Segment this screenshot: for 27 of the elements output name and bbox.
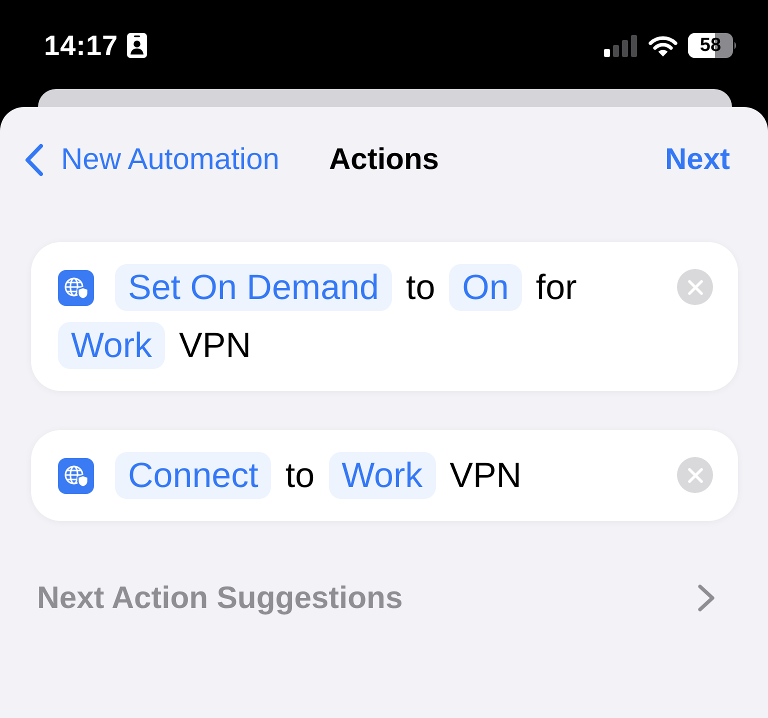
nav-title: Actions (328, 143, 439, 177)
chevron-left-icon (24, 143, 44, 177)
status-time: 14:17 (44, 30, 118, 62)
signal-icon (604, 34, 638, 56)
parameter-token[interactable]: On (449, 264, 522, 311)
close-icon (688, 280, 702, 294)
action-text: to (285, 455, 315, 497)
parameter-token[interactable]: Work (328, 452, 436, 499)
wifi-icon (648, 34, 678, 56)
remove-action-button[interactable] (677, 269, 713, 305)
action-text: VPN (450, 455, 522, 497)
chevron-right-icon (697, 584, 716, 612)
parameter-token[interactable]: Set On Demand (115, 264, 392, 311)
action-text: for (536, 267, 577, 309)
parameter-token[interactable]: Work (58, 322, 166, 369)
action-text: VPN (179, 325, 251, 367)
next-button[interactable]: Next (664, 143, 768, 177)
remove-action-button[interactable] (677, 457, 713, 493)
battery-indicator: 58 (688, 33, 737, 58)
globe-shield-icon (58, 270, 94, 306)
next-action-suggestions-button[interactable]: Next Action Suggestions (0, 573, 768, 623)
back-button[interactable]: New Automation (0, 143, 280, 177)
globe-shield-icon (58, 458, 94, 494)
close-icon (688, 468, 702, 482)
action-text: to (406, 267, 436, 309)
parameter-token[interactable]: Connect (115, 452, 272, 499)
person-card-icon (127, 33, 148, 58)
